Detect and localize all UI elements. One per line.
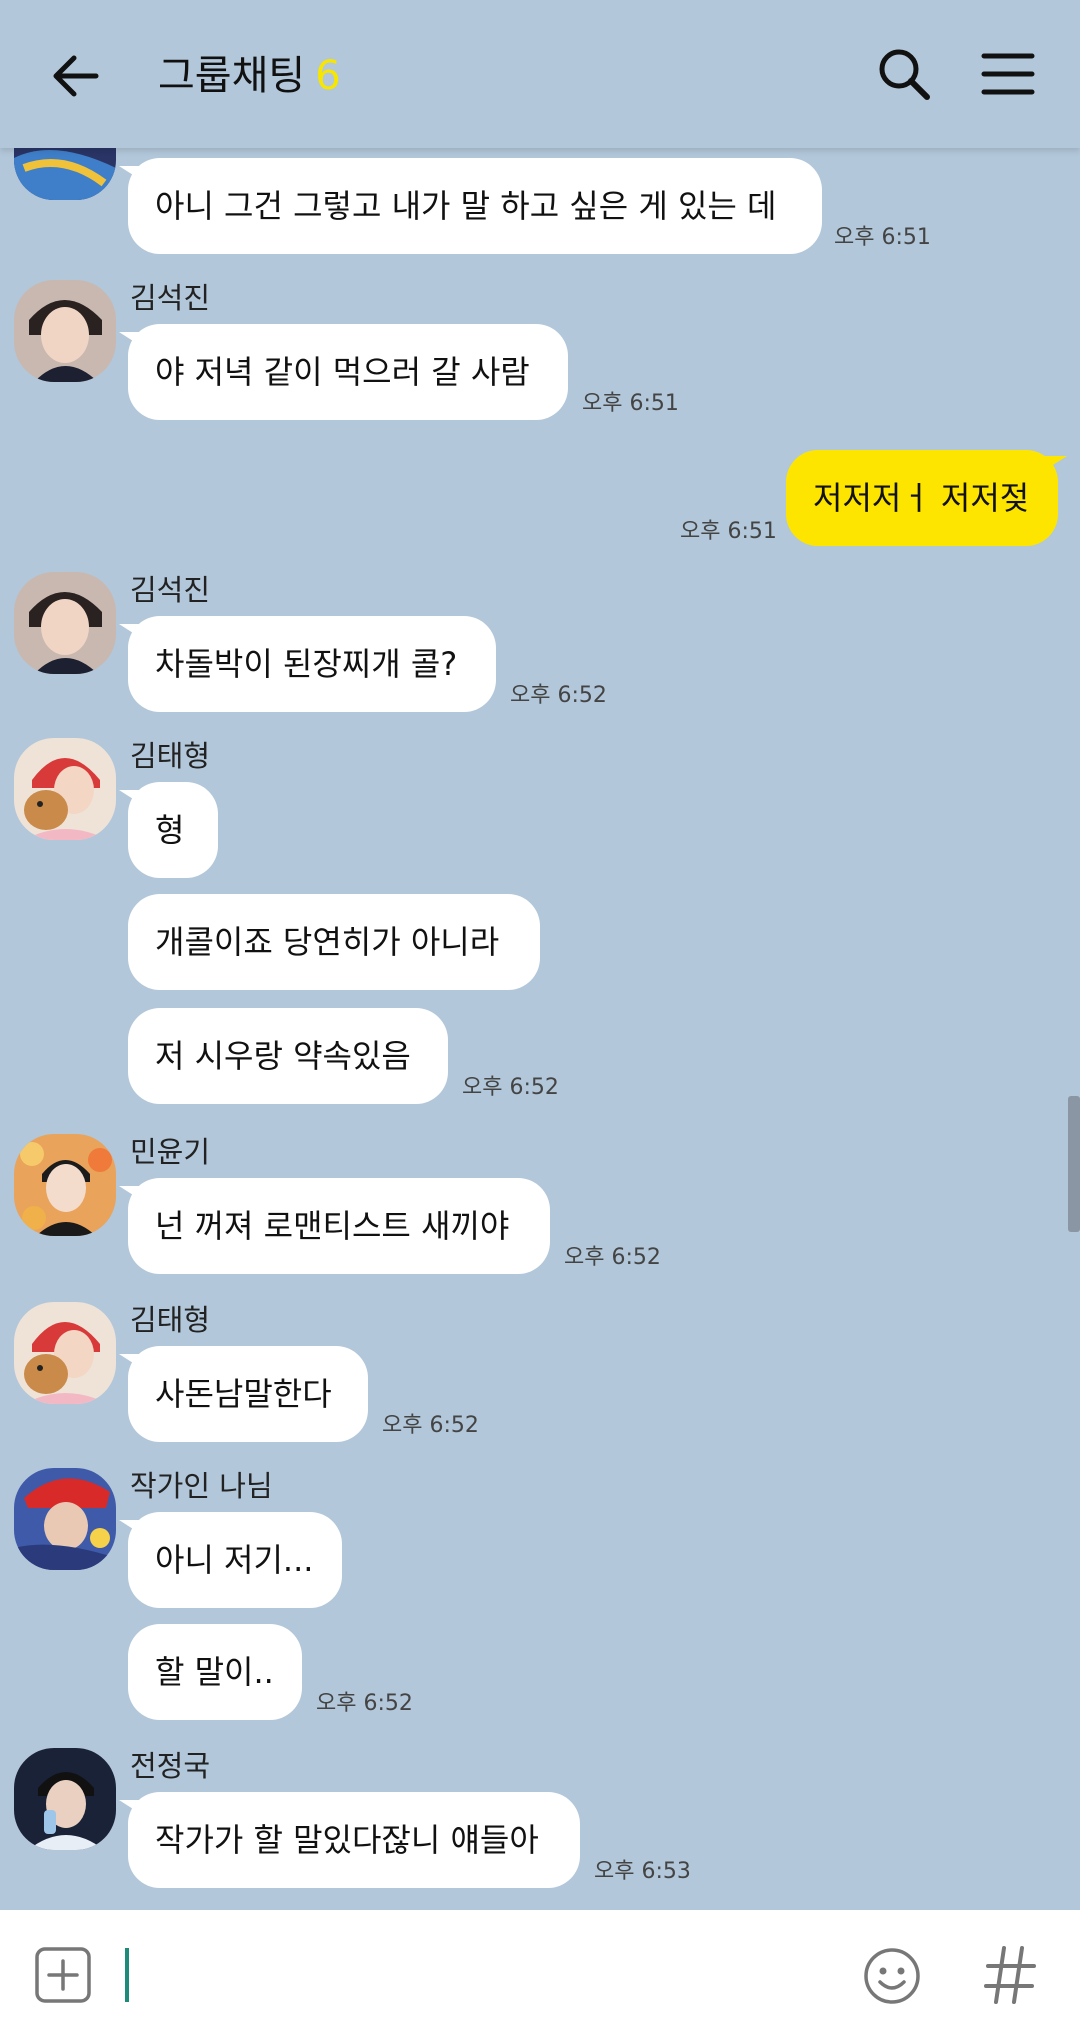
- message-bubble[interactable]: 저 시우랑 약속있음: [128, 1008, 448, 1104]
- message-time: 오후 6:51: [582, 391, 679, 416]
- message-bubble[interactable]: 차돌박이 된장찌개 콜?: [119, 616, 496, 712]
- my-message-bubble[interactable]: 저저저ㅓ 저저젖: [786, 450, 1067, 546]
- message-bubble[interactable]: 넌 꺼져 로맨티스트 새끼야: [119, 1178, 550, 1274]
- text-caret: [125, 1948, 129, 2002]
- hamburger-menu-icon[interactable]: [976, 42, 1040, 106]
- avatar[interactable]: [14, 1302, 116, 1404]
- avatar[interactable]: [14, 280, 116, 382]
- avatar[interactable]: [14, 1134, 116, 1236]
- chat-screen: 그룹채팅 6 아니 그건 그렇고 내가 말 하고 싶은 게 있는 데 오후 6:…: [0, 0, 1080, 2038]
- message-bubble[interactable]: 작가가 할 말있다잖니 얘들아: [119, 1792, 580, 1888]
- top-bar: 그룹채팅 6: [0, 0, 1080, 148]
- sender-name: 김태형: [130, 1303, 211, 1337]
- message-time: 오후 6:52: [462, 1075, 559, 1100]
- message-bubble[interactable]: 할 말이..: [128, 1624, 302, 1720]
- sender-name: 김석진: [130, 573, 211, 607]
- sender-name: 김석진: [130, 281, 211, 315]
- chat-room-name: 그룹채팅: [158, 53, 306, 99]
- sender-name: 김태형: [130, 739, 211, 773]
- avatar[interactable]: [14, 1748, 116, 1850]
- message-time: 오후 6:53: [594, 1859, 691, 1884]
- member-count: 6: [315, 53, 341, 99]
- message-bubble[interactable]: 형: [119, 782, 218, 878]
- message-bubble[interactable]: 개콜이죠 당연히가 아니라: [128, 894, 540, 990]
- sender-name: 전정국: [130, 1749, 211, 1783]
- message-bubble[interactable]: 아니 저기...: [119, 1512, 342, 1608]
- hash-icon[interactable]: [980, 1940, 1040, 2010]
- avatar[interactable]: [14, 738, 116, 840]
- message-time: 오후 6:52: [382, 1413, 479, 1438]
- avatar[interactable]: [14, 572, 116, 674]
- message-input[interactable]: [122, 1938, 842, 2010]
- search-icon[interactable]: [872, 42, 936, 106]
- plus-box-icon[interactable]: [34, 1946, 92, 2004]
- chat-title: 그룹채팅 6: [158, 48, 341, 104]
- smiley-icon[interactable]: [862, 1946, 922, 2006]
- avatar[interactable]: [14, 148, 116, 200]
- message-time: 오후 6:52: [510, 683, 607, 708]
- sender-name: 민윤기: [130, 1135, 211, 1169]
- message-bubble[interactable]: 사돈남말한다: [119, 1346, 368, 1442]
- message-time: 오후 6:52: [316, 1691, 413, 1716]
- sender-name: 작가인 나님: [130, 1469, 273, 1503]
- message-bubble[interactable]: 아니 그건 그렇고 내가 말 하고 싶은 게 있는 데: [119, 158, 822, 254]
- avatar[interactable]: [14, 1468, 116, 1570]
- arrow-left-icon[interactable]: [44, 44, 108, 108]
- message-time: 오후 6:52: [564, 1245, 661, 1270]
- message-time: 오후 6:51: [834, 225, 931, 250]
- message-bubble[interactable]: 야 저녁 같이 먹으러 갈 사람: [119, 324, 568, 420]
- scrollbar-thumb[interactable]: [1068, 1096, 1080, 1232]
- message-input-bar: [0, 1910, 1080, 2038]
- message-list[interactable]: 아니 그건 그렇고 내가 말 하고 싶은 게 있는 데 오후 6:51 김석진 …: [0, 148, 1080, 1910]
- message-time: 오후 6:51: [680, 519, 777, 544]
